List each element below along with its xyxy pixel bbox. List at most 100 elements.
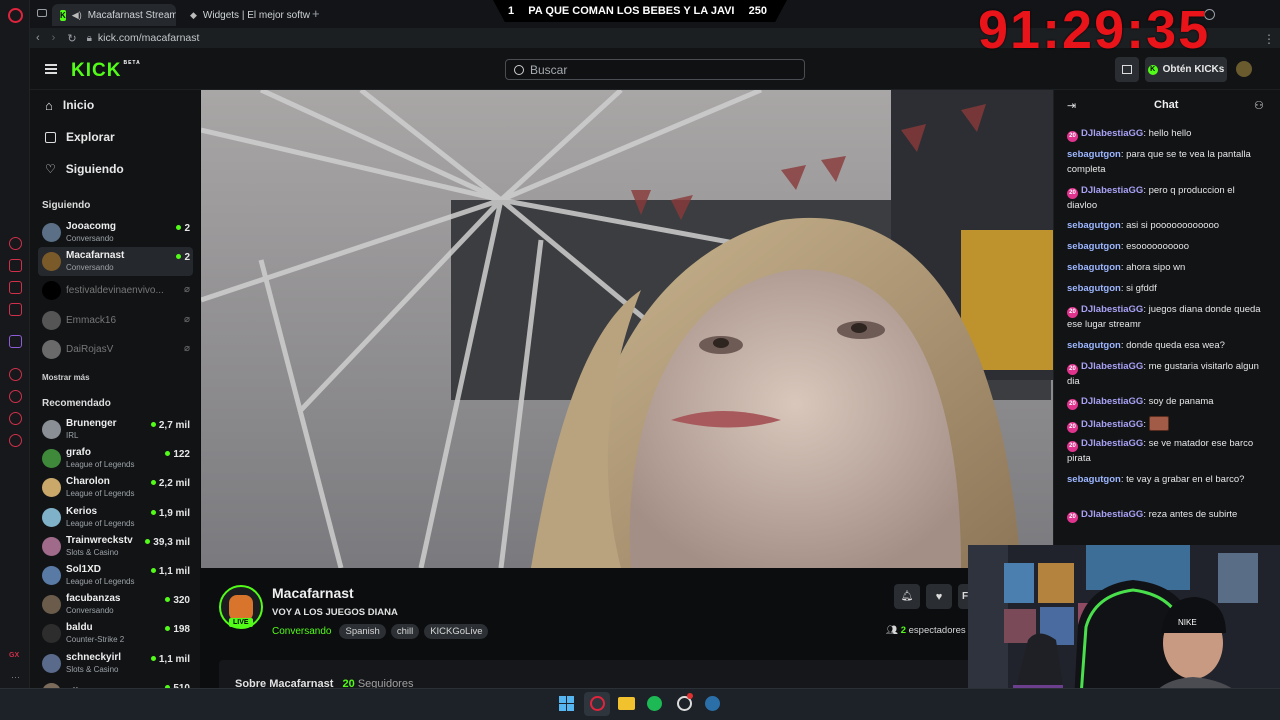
tag-chip[interactable]: chill bbox=[390, 624, 420, 639]
goal-right-number: 250 bbox=[748, 5, 767, 17]
chat-username[interactable]: sebagutgon bbox=[1067, 262, 1121, 273]
chat-username[interactable]: sebagutgon bbox=[1067, 474, 1121, 485]
chat-username[interactable]: sebagutgon bbox=[1067, 149, 1121, 160]
channel-viewer-count: 320 bbox=[165, 595, 190, 606]
channel-name: Sol1XD bbox=[66, 564, 102, 575]
following-channel-item[interactable]: Macafarnast Conversando 2 bbox=[38, 247, 193, 277]
channel-avatar bbox=[42, 595, 61, 615]
chat-username[interactable]: DJlabestiaGG bbox=[1081, 304, 1143, 315]
sidebar-app-icon[interactable] bbox=[9, 281, 22, 294]
tag-chip[interactable]: Spanish bbox=[339, 624, 386, 639]
opera-logo-icon[interactable] bbox=[8, 8, 23, 23]
steam-icon[interactable] bbox=[705, 696, 720, 711]
more-icon[interactable]: ··· bbox=[11, 672, 20, 682]
emote-image-icon bbox=[1148, 416, 1169, 431]
chat-username[interactable]: DJlabestiaGG bbox=[1081, 361, 1143, 372]
following-channel-item[interactable]: DaiRojasV ⌀ bbox=[38, 335, 193, 364]
chat-username[interactable]: DJlabestiaGG bbox=[1081, 185, 1143, 196]
speaker-icon[interactable]: ◀) bbox=[72, 10, 82, 21]
chat-username[interactable]: sebagutgon bbox=[1067, 220, 1121, 231]
video-player[interactable] bbox=[201, 90, 1053, 568]
recommended-channel-item[interactable]: Kerios League of Legends 1,9 mil bbox=[38, 503, 193, 532]
chat-text: si gfddf bbox=[1126, 283, 1157, 294]
following-channel-item[interactable]: Jooacomg Conversando 2 bbox=[38, 218, 193, 247]
search-input[interactable]: Buscar bbox=[530, 63, 567, 77]
settings-icon[interactable] bbox=[9, 434, 22, 447]
get-kicks-button[interactable]: K Obtén KICKs bbox=[1145, 57, 1227, 82]
recommended-channel-item[interactable]: facubanzas Conversando 320 bbox=[38, 590, 193, 619]
recommended-channel-item[interactable]: Trainwreckstv Slots & Casino 39,3 mil bbox=[38, 532, 193, 561]
taskbar-opera-active[interactable] bbox=[584, 692, 610, 716]
chat-username[interactable]: DJlabestiaGG bbox=[1081, 438, 1143, 449]
sidebar-app-icon[interactable] bbox=[9, 303, 22, 316]
sidebar-app-icon[interactable] bbox=[9, 368, 22, 381]
spotify-icon[interactable] bbox=[647, 696, 662, 711]
tab-kick-stream[interactable]: K ◀) Macafarnast Stream - V bbox=[52, 4, 176, 26]
sidebar-app-icon[interactable] bbox=[9, 259, 22, 272]
channel-name: festivaldevinaenvivo... bbox=[66, 285, 164, 297]
chat-username[interactable]: sebagutgon bbox=[1067, 241, 1121, 252]
new-tab-button[interactable]: + bbox=[312, 6, 320, 21]
channel-name[interactable]: Macafarnast bbox=[272, 585, 354, 601]
url-text[interactable]: kick.com/macafarnast bbox=[98, 32, 200, 44]
tag-chip[interactable]: KICKGoLive bbox=[424, 624, 489, 639]
sidebar-app-icon[interactable] bbox=[9, 390, 22, 403]
chat-message: sebagutgon: para que se te vea la pantal… bbox=[1067, 149, 1251, 175]
nav-following[interactable]: ♡ Siguiendo bbox=[45, 159, 124, 179]
back-icon[interactable]: ‹ bbox=[36, 32, 40, 44]
live-dot bbox=[165, 451, 171, 457]
logo-badge: BETA bbox=[123, 60, 141, 66]
channel-viewer-count: 1,1 mil bbox=[150, 566, 190, 577]
kick-logo[interactable]: KICK BETA bbox=[71, 60, 141, 82]
channel-avatar bbox=[42, 478, 61, 498]
chat-message: sebagutgon: te vay a grabar en el barco? bbox=[1067, 473, 1245, 485]
following-channel-item[interactable]: festivaldevinaenvivo... ⌀ bbox=[38, 276, 193, 305]
recommended-channel-item[interactable]: baldu Counter-Strike 2 198 bbox=[38, 619, 193, 648]
tab-widgets[interactable]: ◆ Widgets | El mejor software bbox=[182, 4, 310, 26]
chat-username[interactable]: DJlabestiaGG bbox=[1081, 419, 1143, 430]
nav-home[interactable]: ⌂ Inicio bbox=[45, 95, 94, 115]
search-bar[interactable]: Buscar bbox=[505, 59, 805, 80]
hamburger-menu-icon[interactable] bbox=[45, 64, 57, 74]
reload-icon[interactable]: ↻ bbox=[67, 32, 76, 45]
user-avatar[interactable] bbox=[1236, 61, 1252, 77]
chat-username[interactable]: DJlabestiaGG bbox=[1081, 128, 1143, 139]
channel-avatar bbox=[42, 653, 61, 673]
collapse-chat-icon[interactable]: ⇥ bbox=[1067, 99, 1076, 112]
goal-overlay: 1 PA QUE COMAN LOS BEBES Y LA JAVI 250 bbox=[493, 0, 787, 22]
nav-explore[interactable]: Explorar bbox=[45, 127, 115, 147]
forward-icon[interactable]: › bbox=[52, 32, 56, 44]
chat-username[interactable]: DJlabestiaGG bbox=[1081, 396, 1143, 407]
recommended-channel-item[interactable]: schneckyirl Slots & Casino 1,1 mil bbox=[38, 649, 193, 678]
show-more-link[interactable]: Mostrar más bbox=[42, 373, 90, 382]
notification-bell-button[interactable]: 🔔︎ bbox=[894, 584, 920, 609]
logo-text: KICK bbox=[71, 60, 122, 81]
category-link[interactable]: Conversando bbox=[272, 626, 331, 637]
channel-avatar bbox=[42, 507, 61, 527]
channel-avatar bbox=[42, 536, 61, 556]
sidebar-app-icon[interactable] bbox=[9, 237, 22, 250]
chat-message: 20 DJlabestiaGG: pero q produccion el dia… bbox=[1067, 184, 1235, 211]
tab-label: Widgets | El mejor software bbox=[202, 9, 310, 21]
layout-button[interactable] bbox=[1115, 57, 1139, 82]
recommended-channel-item[interactable]: grafo League of Legends 122 bbox=[38, 444, 193, 473]
recommended-channel-item[interactable]: Charolon League of Legends 2,2 mil bbox=[38, 473, 193, 502]
channel-name: schneckyirl bbox=[66, 651, 122, 663]
workspace-icon[interactable] bbox=[37, 9, 47, 17]
chat-users-icon[interactable]: ⚇ bbox=[1254, 99, 1264, 112]
file-explorer-icon[interactable] bbox=[618, 697, 635, 710]
chat-username[interactable]: sebagutgon bbox=[1067, 340, 1121, 351]
gx-icon[interactable]: GX bbox=[9, 652, 19, 659]
recommended-channel-item[interactable]: Brunenger IRL 2,7 mil bbox=[38, 415, 193, 444]
following-channel-item[interactable]: Emmack16 ⌀ bbox=[38, 306, 193, 335]
favorite-button[interactable]: ♥ bbox=[926, 584, 952, 609]
chat-username[interactable]: sebagutgon bbox=[1067, 283, 1121, 294]
sidebar-app-icon[interactable] bbox=[9, 412, 22, 425]
recommended-channel-item[interactable]: Sol1XD League of Legends 1,1 mil bbox=[38, 561, 193, 590]
menu-icon[interactable]: ⋮ bbox=[1263, 32, 1275, 46]
channel-viewer-count: 2,7 mil bbox=[150, 420, 190, 431]
twitch-icon[interactable] bbox=[9, 335, 22, 348]
chat-username[interactable]: DJlabestiaGG bbox=[1081, 509, 1143, 520]
channel-name: Jooacomg bbox=[66, 221, 117, 232]
start-icon[interactable] bbox=[559, 696, 574, 711]
